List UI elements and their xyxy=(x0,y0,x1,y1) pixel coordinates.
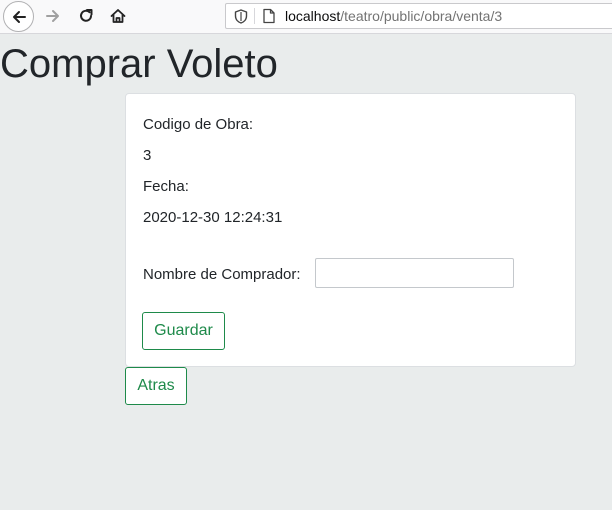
back-button[interactable] xyxy=(3,1,34,32)
purchase-form-card: Codigo de Obra: 3 Fecha: 2020-12-30 12:2… xyxy=(125,93,576,367)
reload-icon xyxy=(80,9,93,22)
home-button[interactable] xyxy=(103,2,133,30)
page-title: Comprar Voleto xyxy=(0,42,278,86)
fecha-value: 2020-12-30 12:24:31 xyxy=(143,209,283,226)
forward-arrow-icon xyxy=(46,10,59,22)
reload-button[interactable] xyxy=(71,2,101,30)
url-text[interactable]: localhost/teatro/public/obra/venta/3 xyxy=(285,8,502,24)
obra-value: 3 xyxy=(143,147,152,164)
home-icon xyxy=(110,9,126,23)
address-bar[interactable]: localhost/teatro/public/obra/venta/3 xyxy=(225,3,612,29)
url-host: localhost xyxy=(285,8,341,24)
buyer-name-label: Nombre de Comprador: xyxy=(143,266,301,283)
buyer-name-input[interactable] xyxy=(315,258,514,288)
back-link-button[interactable]: Atras xyxy=(125,367,187,405)
browser-toolbar: localhost/teatro/public/obra/venta/3 xyxy=(0,0,612,34)
shield-icon[interactable] xyxy=(234,9,248,24)
address-bar-separator xyxy=(254,8,255,24)
obra-label: Codigo de Obra: xyxy=(143,116,254,133)
url-path: /teatro/public/obra/venta/3 xyxy=(340,8,503,24)
page-icon[interactable] xyxy=(262,8,276,24)
forward-button[interactable] xyxy=(38,2,68,30)
fecha-label: Fecha: xyxy=(143,178,189,195)
save-button[interactable]: Guardar xyxy=(142,312,225,350)
back-arrow-icon xyxy=(12,10,26,23)
